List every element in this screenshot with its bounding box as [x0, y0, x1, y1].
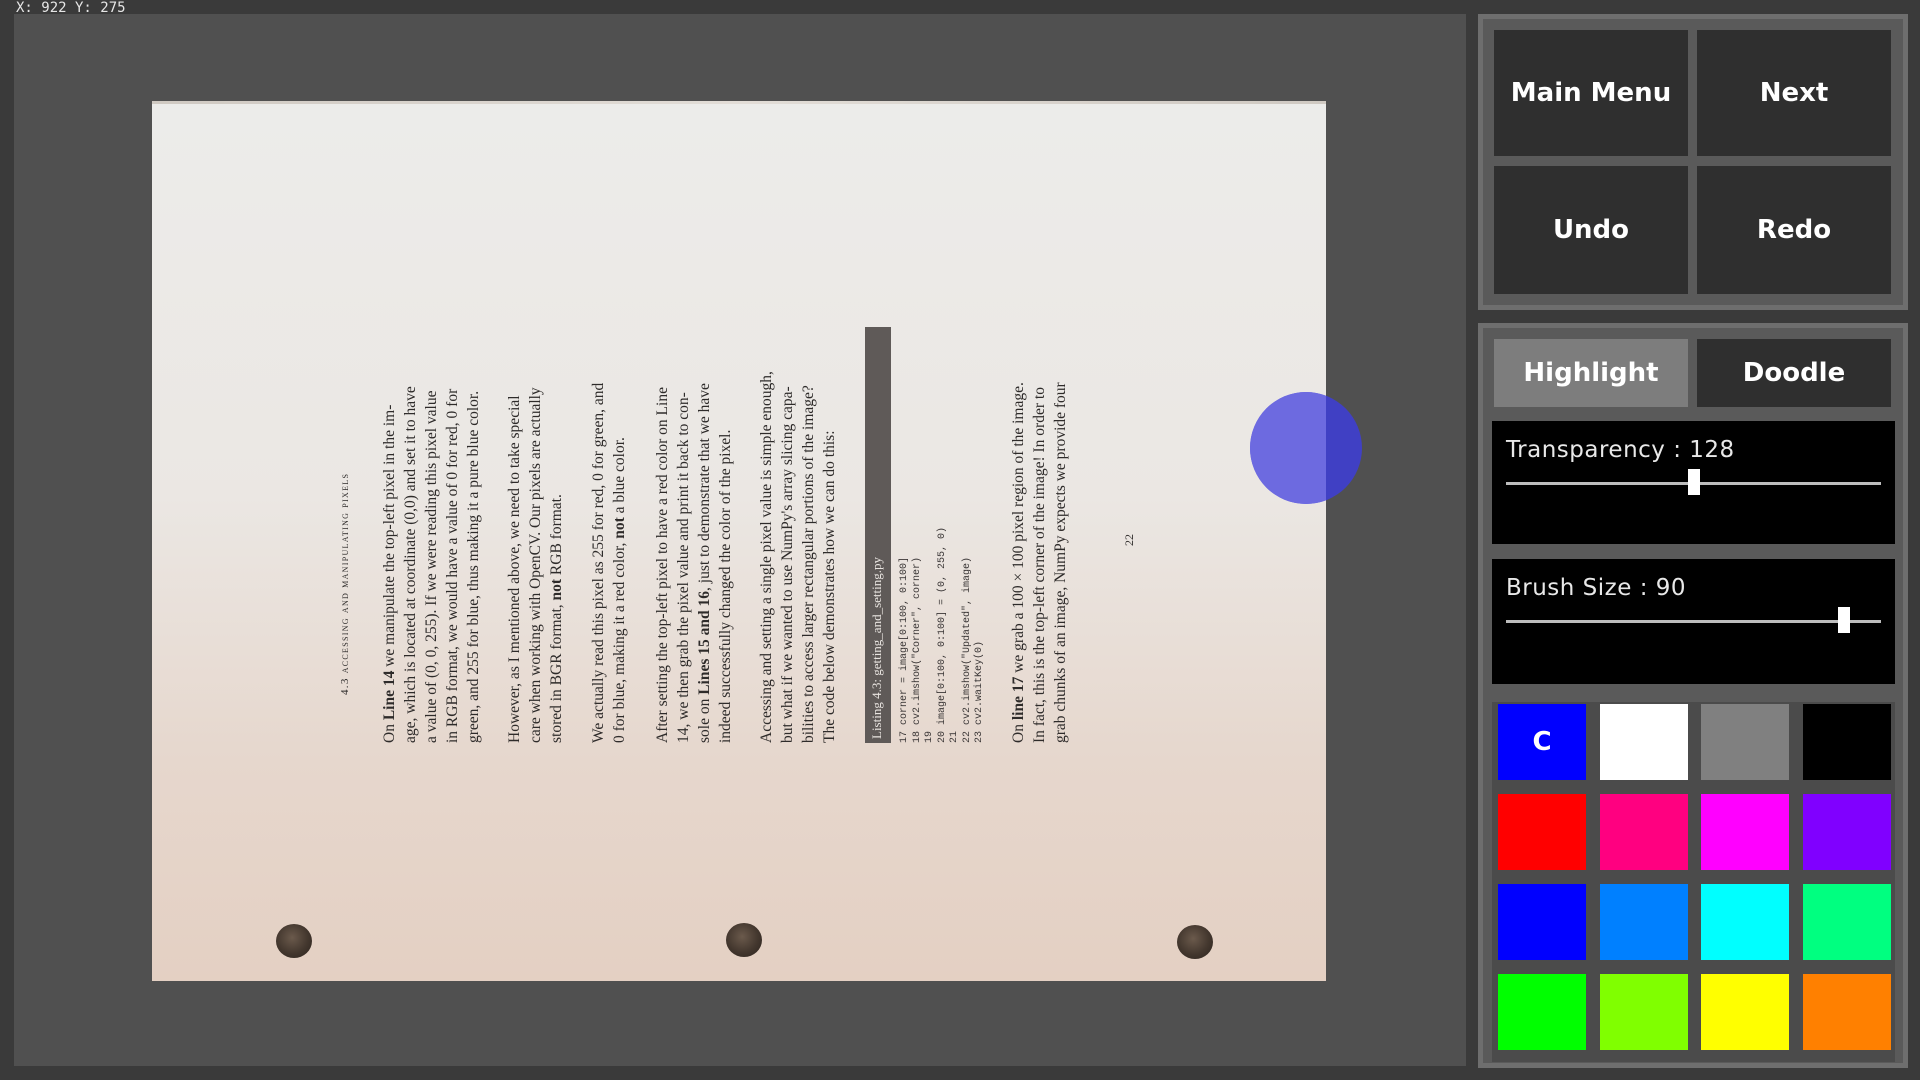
paragraph-line: care when working with OpenCV. Our pixel… — [527, 387, 544, 743]
main-menu-button[interactable]: Main Menu — [1494, 30, 1688, 156]
paragraph-3: We actually read this pixel as 255 for r… — [588, 383, 630, 743]
brush-cursor-overlap — [1250, 392, 1326, 504]
transparency-control: Transparency : 128 — [1492, 421, 1895, 544]
paragraph-line: We actually read this pixel as 255 for r… — [590, 382, 607, 743]
color-swatch[interactable] — [1699, 792, 1791, 872]
brush-size-slider-track[interactable] — [1506, 620, 1881, 623]
code-line: 19 — [924, 730, 935, 743]
color-swatch[interactable] — [1597, 792, 1690, 872]
color-swatch[interactable] — [1800, 702, 1893, 782]
code-block: 17 corner = image[0:100, 0:100] 18 cv2.i… — [899, 527, 987, 743]
paragraph-line: bilities to access larger rectangular po… — [800, 385, 817, 743]
paragraph-line: The code below demonstrates how we can d… — [821, 430, 838, 744]
paragraph-line: but what if we wanted to use NumPy's arr… — [779, 386, 796, 743]
paragraph-line: After setting the top-left pixel to have… — [654, 387, 671, 743]
brush-cursor-on-page — [1250, 392, 1326, 504]
color-swatch[interactable] — [1496, 882, 1588, 962]
punch-hole-icon — [1177, 925, 1213, 959]
document-page[interactable]: 4.3 accessing and manipulating pixels On… — [152, 101, 1326, 981]
color-swatch[interactable] — [1699, 972, 1791, 1052]
color-swatch[interactable] — [1800, 792, 1893, 872]
selected-color-marker: C — [1532, 727, 1552, 757]
paragraph-line: On Line 14 we manipulate the top-left pi… — [381, 404, 398, 743]
code-line: 17 corner = image[0:100, 0:100] — [899, 556, 910, 743]
listing-title: Listing 4.3: getting_and_setting.py — [869, 557, 884, 739]
undo-button[interactable]: Undo — [1494, 166, 1688, 294]
code-line: 21 — [949, 730, 960, 743]
paragraph-1: On Line 14 we manipulate the top-left pi… — [379, 386, 484, 743]
code-line: 20 image[0:100, 0:100] = (0, 255, 0) — [936, 526, 948, 743]
paragraph-line: green, and 255 for blue, thus making it … — [465, 390, 482, 743]
color-swatch[interactable] — [1597, 702, 1690, 782]
brush-size-control: Brush Size : 90 — [1492, 559, 1895, 684]
color-swatch[interactable] — [1496, 972, 1588, 1052]
paragraph-line: in RGB format, we would have a value of … — [444, 388, 461, 743]
brush-size-slider-thumb[interactable] — [1837, 607, 1850, 633]
paragraph-line: age, which is located at coordinate (0,0… — [402, 386, 419, 743]
punch-hole-icon — [276, 924, 312, 958]
color-swatch[interactable] — [1597, 882, 1690, 962]
paragraph-5: Accessing and setting a single pixel val… — [756, 371, 840, 743]
paragraph-line: However, as I mentioned above, we need t… — [506, 395, 523, 743]
color-palette: C — [1492, 702, 1895, 1062]
page-top-edge — [152, 101, 1326, 104]
paragraph-line: 0 for blue, making it a red color, not a… — [611, 437, 628, 743]
transparency-label: Transparency : 128 — [1506, 437, 1735, 463]
color-swatch[interactable] — [1699, 882, 1791, 962]
paragraph-line: Accessing and setting a single pixel val… — [758, 371, 775, 743]
navigation-panel: Main Menu Next Undo Redo — [1478, 14, 1908, 310]
paragraph-line: 14, we then grab the pixel value and pri… — [675, 392, 692, 743]
running-head: 4.3 accessing and manipulating pixels — [339, 472, 351, 695]
paragraph-line: grab chunks of an image, NumPy expects w… — [1052, 382, 1069, 743]
color-swatch[interactable] — [1800, 972, 1893, 1052]
code-line: 23 cv2.waitKey(0) — [974, 640, 985, 743]
redo-button[interactable]: Redo — [1697, 166, 1891, 294]
code-line: 18 cv2.imshow("Corner", corner) — [911, 556, 923, 743]
paragraph-6: On line 17 we grab a 100 × 100 pixel reg… — [1008, 382, 1071, 743]
next-button[interactable]: Next — [1697, 30, 1891, 156]
paragraph-2: However, as I mentioned above, we need t… — [504, 387, 567, 743]
color-swatch[interactable] — [1496, 792, 1588, 872]
punch-hole-icon — [726, 923, 762, 957]
paragraph-line: In fact, this is the top-left corner of … — [1031, 387, 1048, 743]
color-swatch-selected[interactable]: C — [1496, 702, 1588, 782]
doodle-tool-button[interactable]: Doodle — [1697, 339, 1891, 407]
color-swatch[interactable] — [1699, 702, 1791, 782]
paragraph-4: After setting the top-left pixel to have… — [652, 383, 736, 743]
brush-size-label: Brush Size : 90 — [1506, 575, 1687, 601]
color-swatch[interactable] — [1800, 882, 1893, 962]
page-number: 22 — [1122, 534, 1136, 546]
highlight-tool-button[interactable]: Highlight — [1494, 339, 1688, 407]
code-line: 22 cv2.imshow("Updated", image) — [961, 556, 973, 743]
paragraph-line: a value of (0, 0, 255). If we were readi… — [423, 390, 440, 744]
paragraph-line: sole on Lines 15 and 16, just to demonst… — [696, 383, 713, 743]
paragraph-line: On line 17 we grab a 100 × 100 pixel reg… — [1010, 382, 1027, 743]
paragraph-line: indeed successfully changed the color of… — [717, 429, 734, 743]
transparency-slider-thumb[interactable] — [1688, 469, 1701, 495]
paragraph-line: stored in BGR format, not RGB format. — [548, 494, 565, 743]
color-swatch[interactable] — [1597, 972, 1690, 1052]
tool-panel: Highlight Doodle Transparency : 128 Brus… — [1478, 323, 1908, 1068]
